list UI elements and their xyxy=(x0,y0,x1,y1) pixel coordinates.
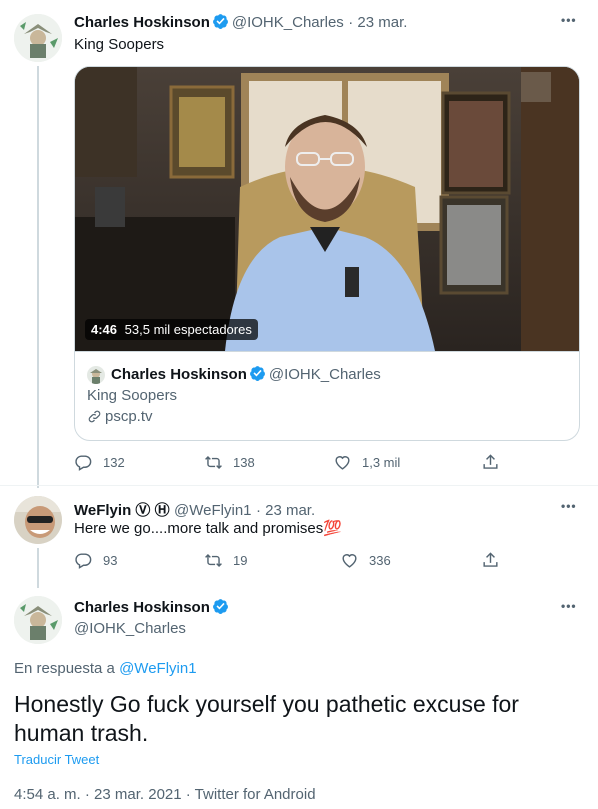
reply-button[interactable]: 93 xyxy=(74,551,117,570)
retweet-button[interactable]: 19 xyxy=(204,551,247,570)
author-name[interactable]: Charles Hoskinson xyxy=(74,14,210,31)
card-author-name: Charles Hoskinson xyxy=(111,366,247,383)
media-card[interactable]: 4:46 53,5 mil espectadores Charles Hoski… xyxy=(74,66,580,441)
video-thumbnail xyxy=(75,67,579,351)
translate-tweet-link[interactable]: Traducir Tweet xyxy=(14,752,99,767)
share-icon xyxy=(483,454,498,469)
more-options-button[interactable]: ••• xyxy=(561,599,577,613)
avatar-image xyxy=(14,14,62,62)
card-avatar-image xyxy=(90,369,102,384)
retweet-button[interactable]: 138 xyxy=(204,453,255,472)
reply-prefix: En respuesta a xyxy=(14,660,115,677)
like-count: 336 xyxy=(369,553,391,568)
heart-icon xyxy=(335,456,350,470)
heart-icon xyxy=(342,554,357,568)
verified-badge-icon xyxy=(249,365,266,382)
tweet-text: Here we go....more talk and promises💯 xyxy=(74,520,342,537)
author-name[interactable]: Charles Hoskinson xyxy=(74,599,210,616)
video-duration: 4:46 xyxy=(91,322,118,337)
more-options-button[interactable]: ••• xyxy=(561,499,577,513)
main-tweet-text: Honestly Go fuck yourself you pathetic e… xyxy=(14,691,519,746)
video-overlay-badge: 4:46 53,5 mil espectadores xyxy=(85,319,258,340)
reply-count: 132 xyxy=(103,455,125,470)
card-title: King Soopers xyxy=(87,387,178,404)
tweet-date[interactable]: · 23 mar. xyxy=(256,502,315,519)
video-player[interactable]: 4:46 53,5 mil espectadores xyxy=(75,67,579,351)
avatar-image xyxy=(14,496,62,544)
retweet-icon xyxy=(205,455,222,470)
reply-to-link[interactable]: @WeFlyin1 xyxy=(119,660,196,677)
retweet-count: 19 xyxy=(233,553,248,568)
tweet-text: King Soopers xyxy=(74,36,165,53)
avatar[interactable] xyxy=(14,14,62,62)
verified-badge-icon xyxy=(212,13,229,30)
thread-line xyxy=(37,66,39,488)
divider xyxy=(0,485,598,486)
reply-icon xyxy=(75,455,92,471)
thread-line xyxy=(37,548,39,588)
share-icon xyxy=(483,552,498,567)
reply-count: 93 xyxy=(103,553,118,568)
like-button[interactable]: 336 xyxy=(340,551,391,570)
author-name[interactable]: WeFlyin Ⓥ Ⓗ xyxy=(74,502,170,519)
more-options-button[interactable]: ••• xyxy=(561,13,577,27)
reply-icon xyxy=(75,553,92,569)
avatar-image xyxy=(14,596,62,644)
like-button[interactable]: 1,3 mil xyxy=(333,453,400,472)
video-viewers: 53,5 mil espectadores xyxy=(124,322,252,337)
author-handle[interactable]: @WeFlyin1 xyxy=(174,502,251,519)
share-button[interactable] xyxy=(481,453,500,472)
reply-button[interactable]: 132 xyxy=(74,453,125,472)
avatar[interactable] xyxy=(14,496,62,544)
card-link[interactable]: pscp.tv xyxy=(105,408,153,425)
author-handle[interactable]: @IOHK_Charles xyxy=(232,14,344,31)
avatar[interactable] xyxy=(14,596,62,644)
share-button[interactable] xyxy=(481,551,500,570)
link-icon xyxy=(88,410,101,423)
retweet-count: 138 xyxy=(233,455,255,470)
card-author-handle: @IOHK_Charles xyxy=(268,366,381,383)
tweet-date[interactable]: · 23 mar. xyxy=(348,14,407,31)
like-count: 1,3 mil xyxy=(362,455,401,470)
card-avatar xyxy=(87,366,105,384)
verified-badge-icon xyxy=(212,598,229,615)
tweet-timestamp[interactable]: 4:54 a. m. · 23 mar. 2021 · Twitter for … xyxy=(14,786,316,803)
retweet-icon xyxy=(205,553,222,568)
author-handle[interactable]: @IOHK_Charles xyxy=(74,620,186,637)
